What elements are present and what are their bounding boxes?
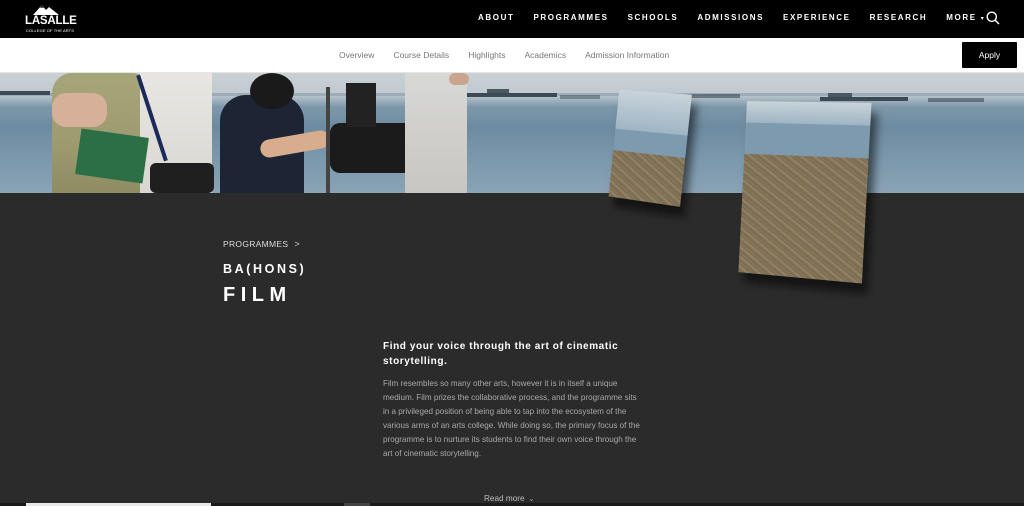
breadcrumb: PROGRAMMES >	[223, 239, 300, 249]
ship	[560, 95, 600, 99]
main-nav: ABOUT PROGRAMMES SCHOOLS ADMISSIONS EXPE…	[478, 13, 1003, 22]
nav-admissions[interactable]: ADMISSIONS	[697, 13, 764, 22]
green-folder	[75, 128, 149, 184]
nav-experience[interactable]: EXPERIENCE	[783, 13, 851, 22]
nav-more-label: MORE	[946, 13, 977, 22]
ship	[465, 89, 557, 97]
search-icon[interactable]	[986, 11, 1000, 25]
chevron-down-icon: ⌄	[528, 496, 535, 503]
beach-photo-card	[608, 89, 692, 207]
lasalle-logo[interactable]: LASALLE COLLEGE OF THE ARTS	[25, 4, 77, 34]
intro-paragraph: Film resembles so many other arts, howev…	[383, 379, 640, 458]
section-nav-links: Overview Course Details Highlights Acade…	[339, 50, 688, 60]
breadcrumb-chevron-icon: >	[294, 239, 300, 249]
tagline: Find your voice through the art of cinem…	[383, 341, 619, 367]
nav-about[interactable]: ABOUT	[478, 13, 514, 22]
nav-more[interactable]: MORE ▾	[946, 13, 983, 22]
camera-bag	[150, 163, 214, 193]
nav-research[interactable]: RESEARCH	[870, 13, 928, 22]
read-more-label: Read more	[484, 494, 525, 503]
ship	[0, 91, 50, 95]
caret-down-icon: ▾	[980, 16, 984, 22]
mountain-logo-icon	[33, 5, 59, 15]
beach-photo-card	[738, 101, 872, 284]
section-link-highlights[interactable]: Highlights	[468, 50, 505, 60]
logo-subtitle: COLLEGE OF THE ARTS	[26, 28, 74, 33]
logo-wordmark: LASALLE	[25, 15, 77, 27]
section-link-overview[interactable]: Overview	[339, 50, 374, 60]
page-title: FILM	[223, 284, 292, 306]
hero-image	[0, 73, 1024, 193]
nav-schools[interactable]: SCHOOLS	[628, 13, 679, 22]
camera-operator	[220, 73, 332, 193]
section-link-course-details[interactable]: Course Details	[393, 50, 449, 60]
read-more-link[interactable]: Read more ⌄	[484, 494, 534, 503]
section-link-admission-information[interactable]: Admission Information	[585, 50, 669, 60]
nav-programmes[interactable]: PROGRAMMES	[533, 13, 608, 22]
ship	[820, 93, 908, 101]
section-nav: Overview Course Details Highlights Acade…	[0, 38, 1024, 73]
ship	[928, 98, 984, 102]
degree-label: BA(HONS)	[223, 262, 307, 276]
apply-button[interactable]: Apply	[962, 42, 1017, 68]
section-link-academics[interactable]: Academics	[525, 50, 567, 60]
crew-member	[405, 73, 469, 193]
breadcrumb-programmes-link[interactable]: PROGRAMMES	[223, 239, 288, 249]
top-navigation-bar: LASALLE COLLEGE OF THE ARTS ABOUT PROGRA…	[0, 0, 1024, 38]
